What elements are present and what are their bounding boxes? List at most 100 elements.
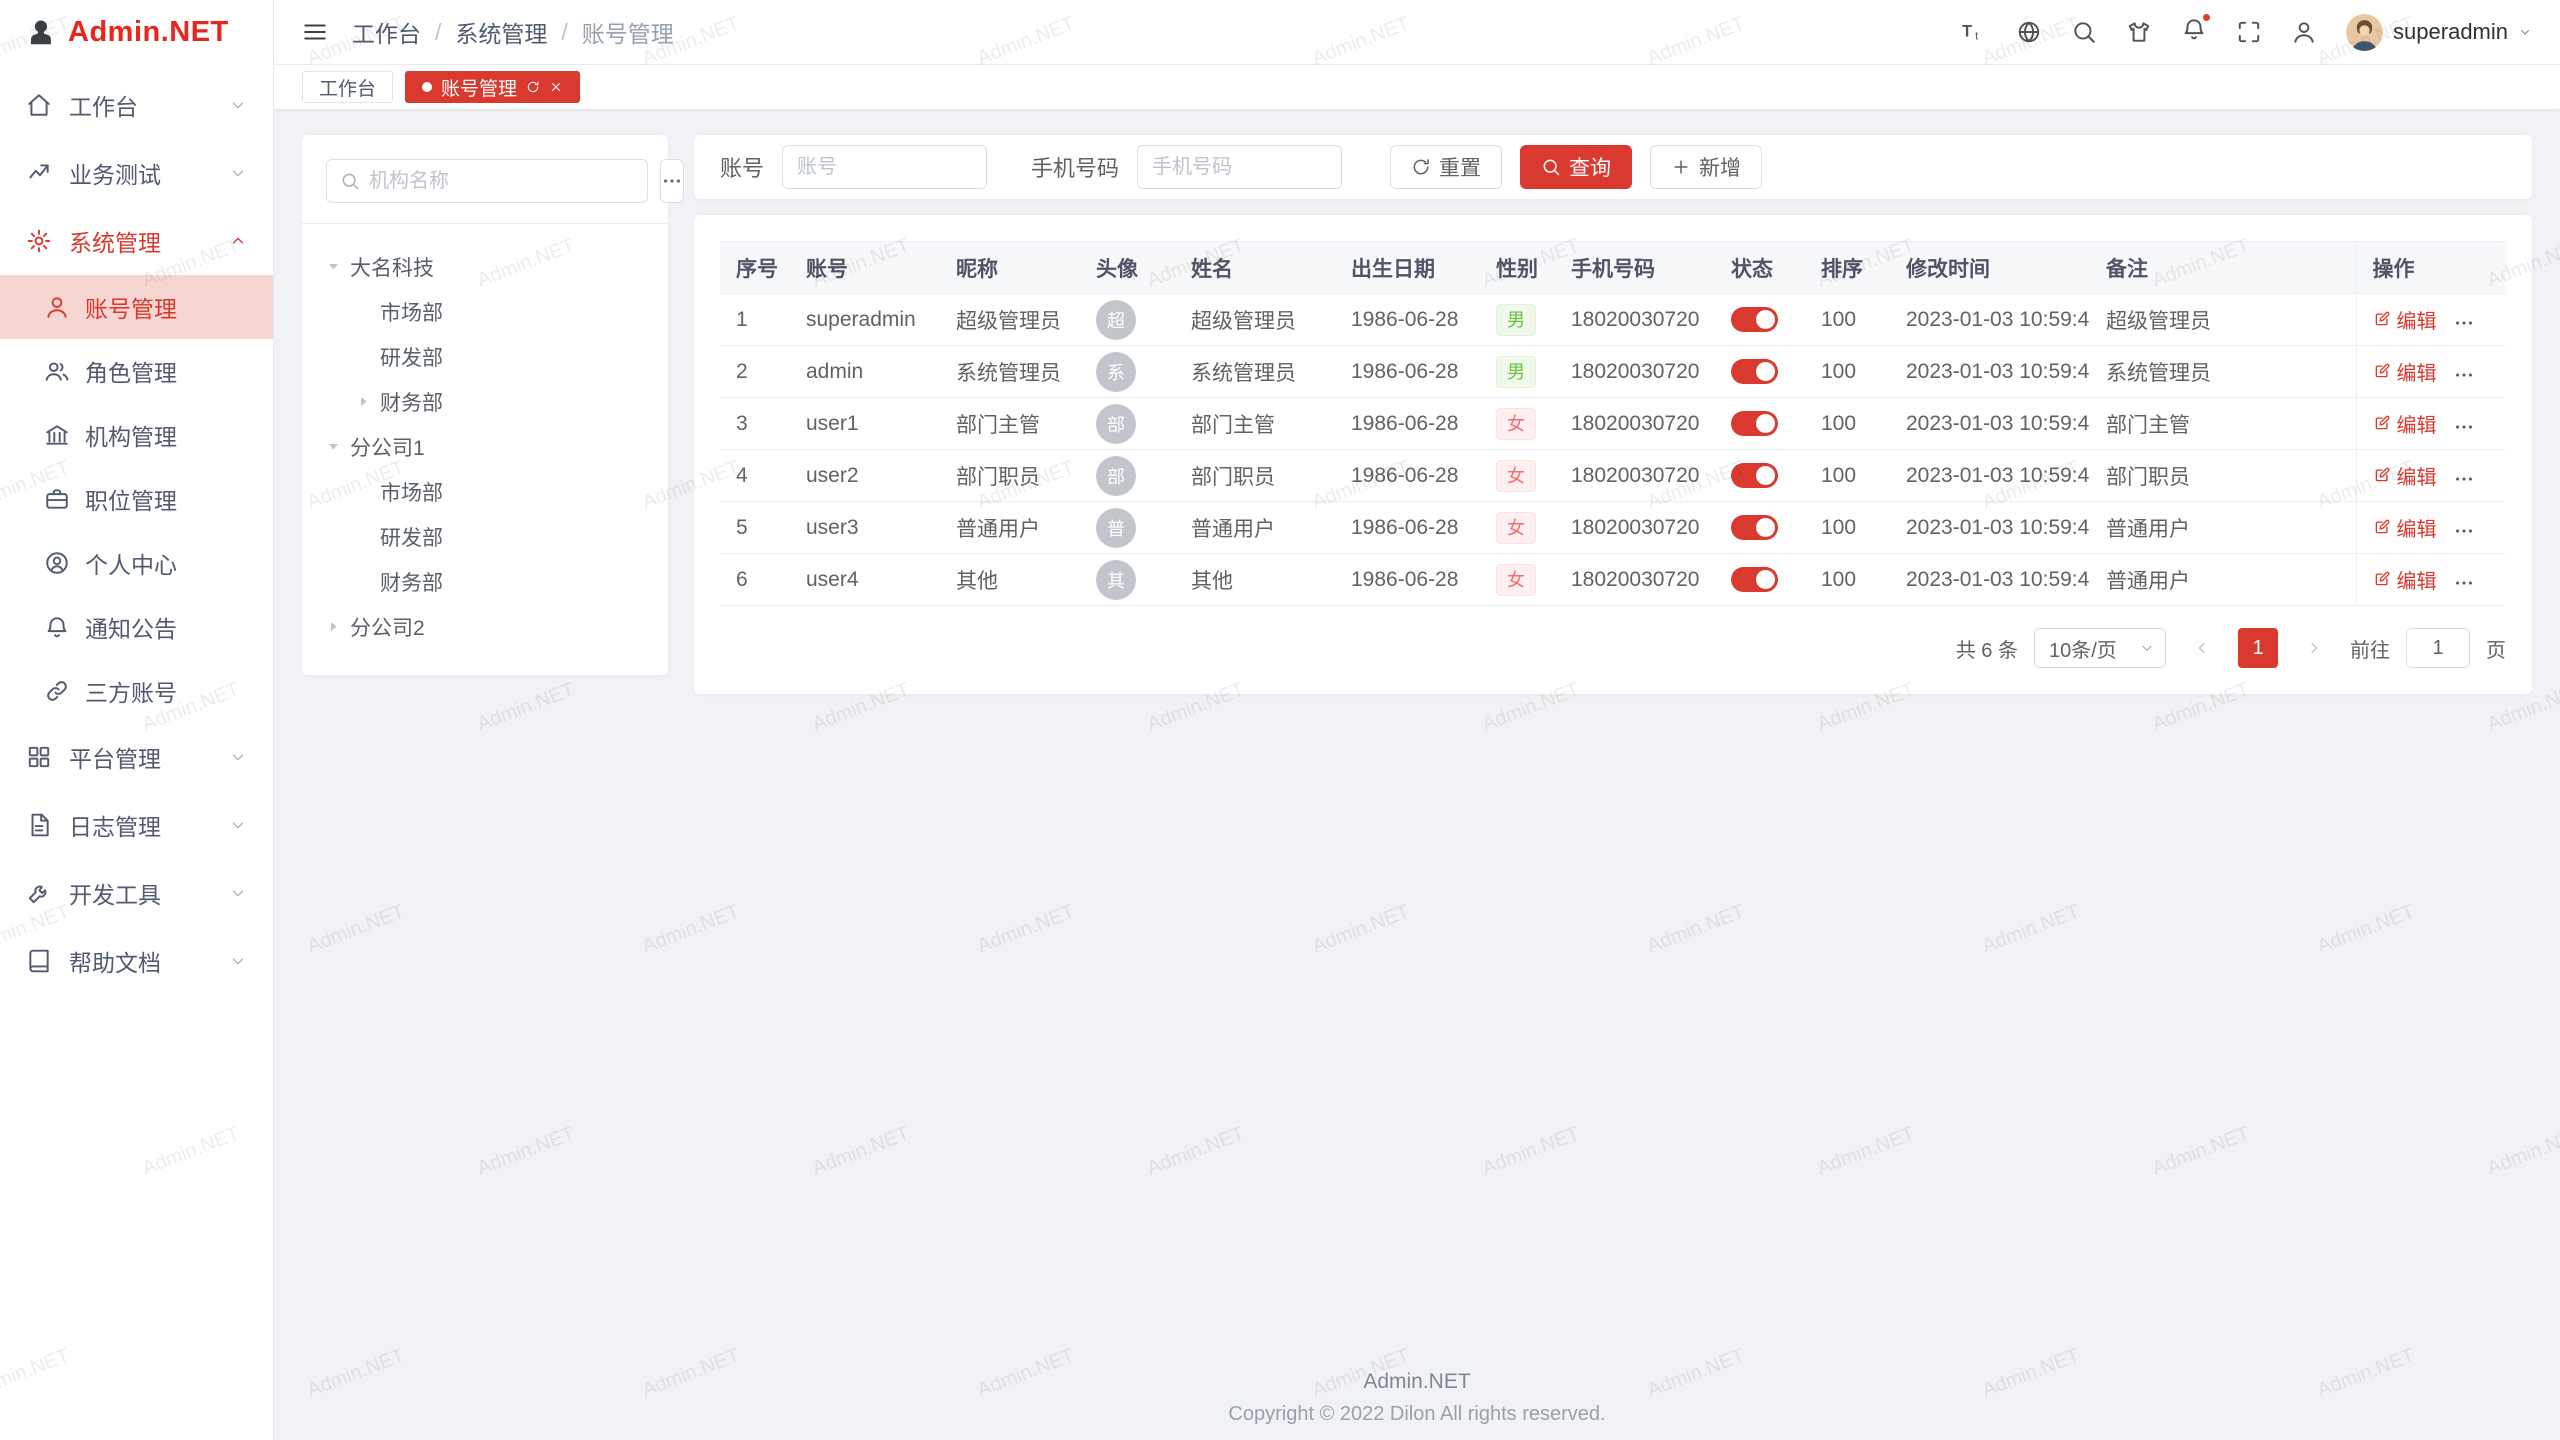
status-toggle[interactable] xyxy=(1731,567,1778,592)
caret-expanded-icon[interactable] xyxy=(326,439,341,454)
sidebar-item-org-management[interactable]: 机构管理 xyxy=(0,403,273,467)
status-toggle[interactable] xyxy=(1731,463,1778,488)
menu-collapse-icon[interactable] xyxy=(302,19,328,45)
tree-node[interactable]: 财务部 xyxy=(326,559,644,604)
cell-remark: 部门职员 xyxy=(2090,450,2356,502)
tree-node[interactable]: 研发部 xyxy=(326,334,644,379)
theme-skin-icon[interactable] xyxy=(2126,19,2152,45)
page-size-select[interactable]: 10条/页 xyxy=(2034,628,2166,668)
more-actions-button[interactable] xyxy=(2453,364,2475,386)
goto-label: 前往 xyxy=(2350,634,2390,663)
prev-page-button[interactable] xyxy=(2182,628,2222,668)
font-size-icon[interactable]: Tt xyxy=(1961,19,1987,45)
edit-button[interactable]: 编辑 xyxy=(2373,409,2437,438)
fullscreen-icon[interactable] xyxy=(2236,19,2262,45)
sidebar-item-label: 账号管理 xyxy=(85,290,177,324)
sidebar-item-third-party-account[interactable]: 三方账号 xyxy=(0,659,273,723)
sidebar-item-business-test[interactable]: 业务测试 xyxy=(0,139,273,207)
sidebar-item-help-docs[interactable]: 帮助文档 xyxy=(0,927,273,995)
next-page-button[interactable] xyxy=(2294,628,2334,668)
tab-workbench[interactable]: 工作台 xyxy=(302,71,393,103)
tree-node-label: 财务部 xyxy=(380,567,443,597)
edit-button[interactable]: 编辑 xyxy=(2373,513,2437,542)
language-icon[interactable] xyxy=(2016,19,2042,45)
status-toggle[interactable] xyxy=(1731,411,1778,436)
edit-button[interactable]: 编辑 xyxy=(2373,461,2437,490)
more-actions-button[interactable] xyxy=(2453,572,2475,594)
table-row: 2admin系统管理员系系统管理员1986-06-28男180200307201… xyxy=(720,346,2506,398)
user-menu[interactable]: superadmin xyxy=(2346,14,2532,51)
caret-expanded-icon[interactable] xyxy=(326,259,341,274)
cell-nickname: 系统管理员 xyxy=(940,346,1080,398)
tree-node[interactable]: 大名科技 xyxy=(326,244,644,289)
goto-page-input[interactable] xyxy=(2406,628,2470,668)
notification-button[interactable] xyxy=(2181,16,2207,48)
status-toggle[interactable] xyxy=(1731,307,1778,332)
tab-account-management[interactable]: 账号管理 xyxy=(405,71,580,103)
status-toggle[interactable] xyxy=(1731,515,1778,540)
table-row: 1superadmin超级管理员超超级管理员1986-06-28男1802003… xyxy=(720,294,2506,346)
cell-status xyxy=(1715,294,1805,346)
tree-node[interactable]: 研发部 xyxy=(326,514,644,559)
sidebar-item-dev-tools[interactable]: 开发工具 xyxy=(0,859,273,927)
cell-account: superadmin xyxy=(790,294,940,346)
cell-index: 2 xyxy=(720,346,790,398)
tree-node[interactable]: 分公司2 xyxy=(326,604,644,649)
plus-icon xyxy=(1671,157,1691,177)
edit-button[interactable]: 编辑 xyxy=(2373,305,2437,334)
search-icon[interactable] xyxy=(2071,19,2097,45)
cell-gender: 女 xyxy=(1480,450,1555,502)
tree-node[interactable]: 市场部 xyxy=(326,289,644,334)
page-number-button[interactable]: 1 xyxy=(2238,628,2278,668)
sidebar-item-position-management[interactable]: 职位管理 xyxy=(0,467,273,531)
sidebar-item-account-management[interactable]: 账号管理 xyxy=(0,275,273,339)
logo[interactable]: Admin.NET xyxy=(0,0,273,65)
sidebar-item-log-management[interactable]: 日志管理 xyxy=(0,791,273,859)
more-actions-button[interactable] xyxy=(2453,416,2475,438)
reset-button[interactable]: 重置 xyxy=(1390,145,1502,189)
org-search-field[interactable] xyxy=(369,170,634,193)
chevron-down-icon xyxy=(2139,640,2155,656)
status-toggle[interactable] xyxy=(1731,359,1778,384)
breadcrumb-item[interactable]: 系统管理 xyxy=(455,15,547,49)
org-tree: 大名科技 市场部 研发部 财务部 xyxy=(326,244,644,649)
sidebar-item-personal-center[interactable]: 个人中心 xyxy=(0,531,273,595)
sidebar-item-notice[interactable]: 通知公告 xyxy=(0,595,273,659)
edit-button[interactable]: 编辑 xyxy=(2373,565,2437,594)
tree-node[interactable]: 市场部 xyxy=(326,469,644,514)
org-search-input[interactable] xyxy=(326,159,648,203)
more-actions-button[interactable] xyxy=(2453,312,2475,334)
phone-input[interactable] xyxy=(1137,145,1342,189)
sidebar-item-workbench[interactable]: 工作台 xyxy=(0,71,273,139)
more-actions-button[interactable] xyxy=(2453,520,2475,542)
column-header-gender: 性别 xyxy=(1480,242,1555,294)
breadcrumb-item[interactable]: 工作台 xyxy=(352,15,421,49)
footer-copyright: Copyright © 2022 Dilon All rights reserv… xyxy=(274,1403,2560,1426)
close-icon[interactable] xyxy=(549,80,563,94)
bank-icon xyxy=(44,422,70,448)
row-avatar: 部 xyxy=(1096,404,1136,444)
more-actions-button[interactable] xyxy=(2453,468,2475,490)
accounts-table: 序号账号昵称头像姓名出生日期性别手机号码状态排序修改时间备注操作 1supera… xyxy=(720,241,2506,606)
sidebar-item-platform-management[interactable]: 平台管理 xyxy=(0,723,273,791)
org-more-button[interactable] xyxy=(660,159,684,203)
tree-node-label: 研发部 xyxy=(380,342,443,372)
sidebar-item-label: 三方账号 xyxy=(85,674,177,708)
tree-node[interactable]: 分公司1 xyxy=(326,424,644,469)
user-outline-icon[interactable] xyxy=(2291,19,2317,45)
account-input[interactable] xyxy=(782,145,987,189)
logo-text: Admin.NET xyxy=(68,16,229,49)
caret-collapsed-icon[interactable] xyxy=(326,619,341,634)
row-avatar: 超 xyxy=(1096,300,1136,340)
sidebar-item-label: 开发工具 xyxy=(69,876,161,910)
refresh-icon[interactable] xyxy=(526,80,540,94)
caret-collapsed-icon[interactable] xyxy=(356,394,371,409)
tree-node[interactable]: 财务部 xyxy=(326,379,644,424)
search-button[interactable]: 查询 xyxy=(1520,145,1632,189)
refresh-icon xyxy=(1411,157,1431,177)
sidebar-item-system-management[interactable]: 系统管理 xyxy=(0,207,273,275)
sidebar-item-role-management[interactable]: 角色管理 xyxy=(0,339,273,403)
gear-icon xyxy=(26,228,52,254)
edit-button[interactable]: 编辑 xyxy=(2373,357,2437,386)
add-button[interactable]: 新增 xyxy=(1650,145,1762,189)
